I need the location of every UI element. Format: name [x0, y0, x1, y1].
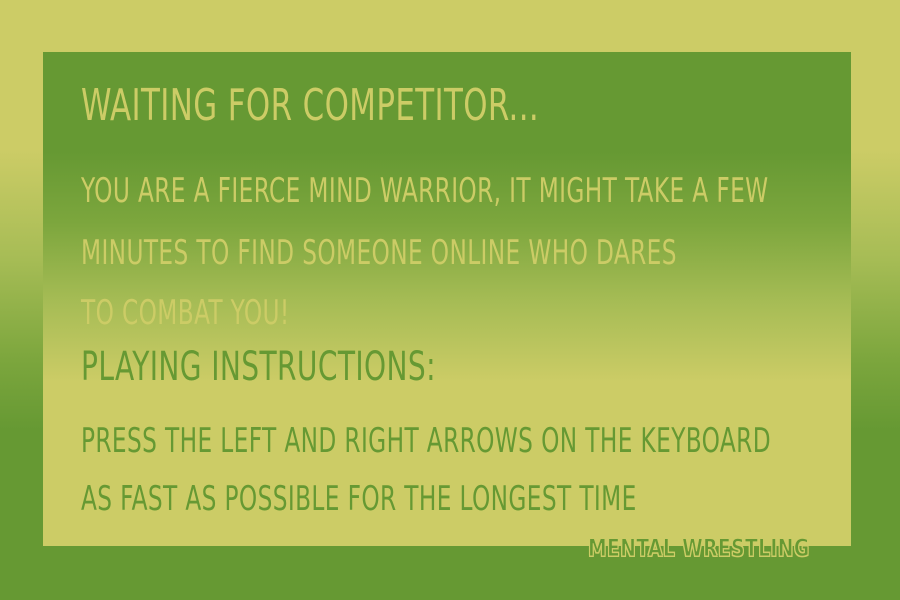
waiting-message-line: to combat you!: [81, 293, 290, 333]
waiting-message-line: You are a fierce mind warrior, it might …: [81, 171, 769, 211]
waiting-message-line: minutes to find someone online who dares: [81, 233, 677, 273]
instructions-line: Press the left and right arrows on the k…: [81, 421, 771, 461]
instructions-line: as fast as possible for the longest time: [81, 479, 637, 519]
waiting-title: Waiting for competitor...: [81, 80, 540, 131]
game-logo: Mental Wrestling: [588, 534, 810, 563]
waiting-panel: Waiting for competitor... You are a fier…: [43, 52, 851, 546]
instructions-title: Playing instructions:: [81, 344, 436, 390]
